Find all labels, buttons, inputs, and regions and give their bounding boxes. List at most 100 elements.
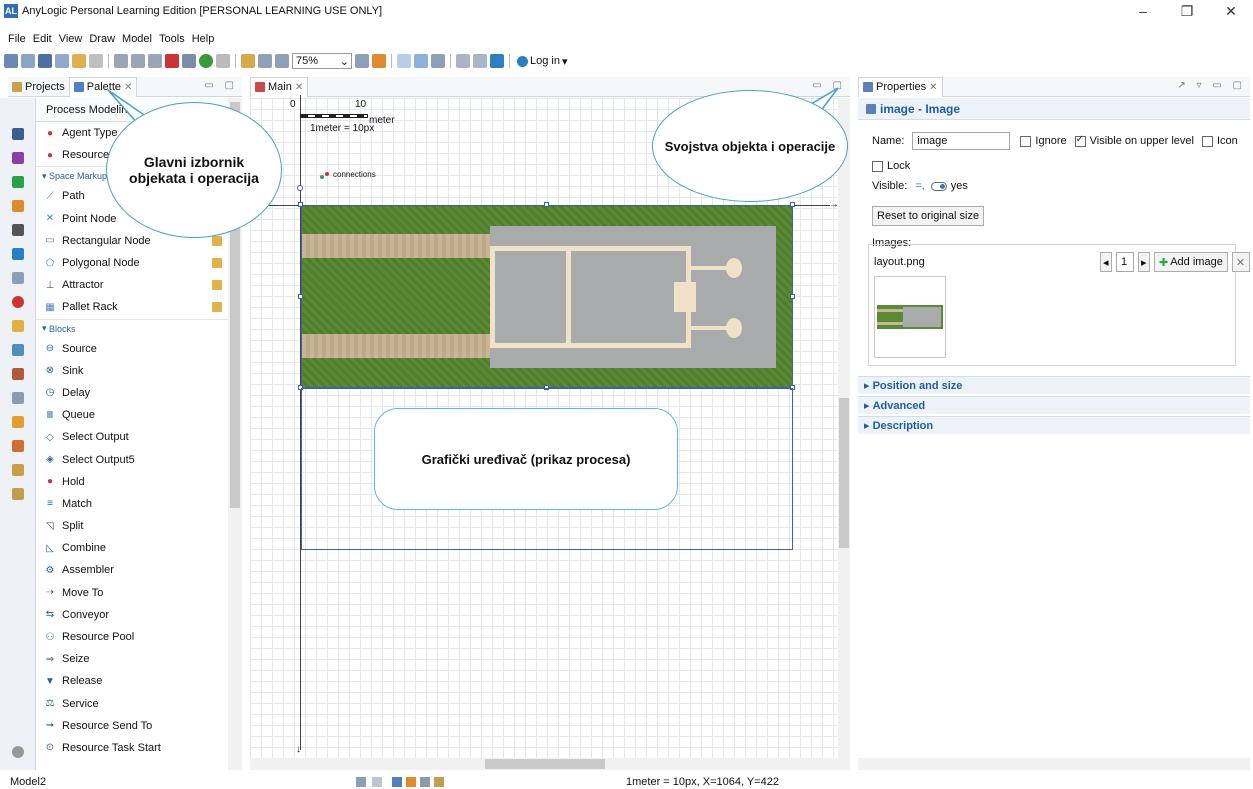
palette-item-delay[interactable]: ◷ Delay bbox=[36, 382, 228, 404]
status-snap-icon[interactable] bbox=[372, 777, 382, 787]
section-position-size[interactable]: ▸ Position and size bbox=[858, 376, 1250, 394]
pencil-icon[interactable] bbox=[212, 280, 222, 291]
new-icon[interactable] bbox=[4, 54, 18, 68]
menu-tools[interactable]: Tools bbox=[159, 33, 185, 45]
palette-item-source[interactable]: ⊖ Source bbox=[36, 338, 228, 360]
resize-handle[interactable] bbox=[790, 294, 795, 299]
palette-item-resource-send-to[interactable]: ➞ Resource Send To bbox=[36, 715, 228, 737]
menu-edit[interactable]: Edit bbox=[33, 33, 52, 45]
image-thumbnail[interactable] bbox=[874, 276, 946, 358]
analysis-icon[interactable] bbox=[12, 152, 24, 164]
my-library-icon[interactable] bbox=[12, 488, 24, 500]
resize-handle[interactable] bbox=[790, 202, 795, 207]
close-button[interactable]: ✕ bbox=[1209, 0, 1253, 22]
save-all-icon[interactable] bbox=[55, 54, 69, 68]
palette-item-resource-pool[interactable]: ⚇ Resource Pool bbox=[36, 626, 228, 648]
pencil-icon[interactable] bbox=[241, 54, 255, 68]
layers-icon[interactable] bbox=[414, 54, 428, 68]
add-palette-icon[interactable] bbox=[12, 746, 24, 758]
reset-size-button[interactable]: Reset to original size bbox=[872, 206, 985, 226]
palette-item-assembler[interactable]: ⚙ Assembler bbox=[36, 559, 228, 581]
zoom-select[interactable]: 75% ⌄ bbox=[292, 53, 352, 69]
grid-icon[interactable] bbox=[397, 54, 411, 68]
visible-upper-checkbox[interactable] bbox=[1074, 134, 1086, 147]
section-blocks[interactable]: ▾ Blocks bbox=[36, 318, 228, 338]
lock-checkbox[interactable] bbox=[872, 160, 883, 172]
add-image-button[interactable]: ✚ Add image bbox=[1154, 252, 1228, 272]
maximize-button[interactable]: ❐ bbox=[1165, 0, 1209, 22]
paint-icon[interactable] bbox=[372, 54, 386, 68]
palette-item-pallet-rack[interactable]: ▦ Pallet Rack bbox=[36, 296, 228, 318]
copy-icon[interactable] bbox=[131, 54, 145, 68]
controls-icon[interactable] bbox=[12, 392, 24, 404]
editor-vertical-scrollbar[interactable] bbox=[838, 98, 850, 770]
pictures-icon[interactable] bbox=[12, 440, 24, 452]
presentation-icon[interactable] bbox=[12, 320, 24, 332]
tab-projects[interactable]: Projects bbox=[8, 77, 69, 97]
palette-item-hold[interactable]: ● Hold bbox=[36, 471, 228, 493]
minimize-button[interactable]: – bbox=[1121, 0, 1165, 22]
menu-help[interactable]: Help bbox=[192, 33, 215, 45]
resize-handle[interactable] bbox=[544, 202, 549, 207]
road-traffic-icon[interactable] bbox=[12, 224, 24, 236]
pedestrian-icon[interactable] bbox=[12, 176, 24, 188]
palette-item-release[interactable]: ▼ Release bbox=[36, 670, 228, 692]
editor-horizontal-scrollbar[interactable] bbox=[250, 758, 838, 770]
zoom-in-icon[interactable] bbox=[355, 54, 369, 68]
palette-item-queue[interactable]: Ⅲ Queue bbox=[36, 404, 228, 426]
panel-min-max-icon[interactable]: ↗ ▿ ▭ ▢ bbox=[1177, 80, 1246, 91]
system-dynamics-icon[interactable] bbox=[12, 344, 24, 356]
static-value-icon[interactable]: =, bbox=[915, 180, 924, 192]
cut-icon[interactable] bbox=[114, 54, 128, 68]
remove-image-button[interactable]: ✕ bbox=[1231, 252, 1250, 272]
database-icon[interactable] bbox=[490, 54, 504, 68]
rail-icon[interactable] bbox=[12, 200, 24, 212]
status-tools-icon[interactable] bbox=[392, 777, 452, 787]
image-index[interactable]: 1 bbox=[1116, 252, 1134, 272]
connect-icon[interactable] bbox=[456, 54, 470, 68]
material-handling-icon[interactable] bbox=[12, 272, 24, 284]
section-description[interactable]: ▸ Description bbox=[858, 416, 1250, 434]
flowchart-icon[interactable] bbox=[473, 54, 487, 68]
actions-icon[interactable] bbox=[12, 416, 24, 428]
fluid-icon[interactable] bbox=[12, 248, 24, 260]
palette-item-resource-task-start[interactable]: ⊙ Resource Task Start bbox=[36, 737, 228, 759]
align-icon[interactable] bbox=[431, 54, 445, 68]
palette-item-attractor[interactable]: ⊥ Attractor bbox=[36, 274, 228, 296]
paste-icon[interactable] bbox=[148, 54, 162, 68]
palette-item-combine[interactable]: ◺ Combine bbox=[36, 537, 228, 559]
palette-item-move-to[interactable]: ⇢ Move To bbox=[36, 582, 228, 604]
editor-hscroll-thumb[interactable] bbox=[485, 759, 605, 769]
palette-item-conveyor[interactable]: ⇆ Conveyor bbox=[36, 604, 228, 626]
process-modeling-icon[interactable] bbox=[12, 128, 24, 140]
zoom-out-icon[interactable] bbox=[275, 54, 289, 68]
palette-item-select-output5[interactable]: ◈ Select Output5 bbox=[36, 448, 228, 470]
run-icon[interactable] bbox=[199, 54, 213, 68]
ignore-checkbox[interactable] bbox=[1020, 135, 1032, 147]
connections-icon[interactable] bbox=[320, 172, 330, 180]
stop-icon[interactable] bbox=[216, 54, 230, 68]
menu-view[interactable]: View bbox=[59, 33, 83, 45]
resize-handle[interactable] bbox=[298, 202, 303, 207]
delete-icon[interactable] bbox=[165, 54, 179, 68]
visible-toggle[interactable] bbox=[930, 181, 947, 191]
login-button[interactable]: Log in ▾ bbox=[517, 55, 568, 68]
next-image-button[interactable]: ▸ bbox=[1138, 252, 1150, 272]
name-input[interactable]: image bbox=[912, 132, 1011, 150]
palette-item-match[interactable]: ≡ Match bbox=[36, 493, 228, 515]
menu-file[interactable]: File bbox=[8, 33, 26, 45]
resize-handle[interactable] bbox=[298, 294, 303, 299]
editor-vscroll-thumb[interactable] bbox=[839, 398, 849, 548]
palette-item-seize[interactable]: ⇒ Seize bbox=[36, 648, 228, 670]
palette-item-sink[interactable]: ⊗ Sink bbox=[36, 360, 228, 382]
tab-properties[interactable]: Properties ✕ bbox=[858, 76, 943, 97]
menu-draw[interactable]: Draw bbox=[89, 33, 115, 45]
palette-item-select-output[interactable]: ◇ Select Output bbox=[36, 426, 228, 448]
rotate-handle[interactable] bbox=[297, 185, 303, 191]
connectivity-icon[interactable] bbox=[12, 464, 24, 476]
properties-scrollbar[interactable] bbox=[858, 758, 1250, 770]
palette-item-service[interactable]: ⚖ Service bbox=[36, 693, 228, 715]
undo-icon[interactable] bbox=[89, 54, 103, 68]
scale-bar[interactable] bbox=[300, 114, 368, 118]
layout-image[interactable] bbox=[301, 205, 793, 388]
